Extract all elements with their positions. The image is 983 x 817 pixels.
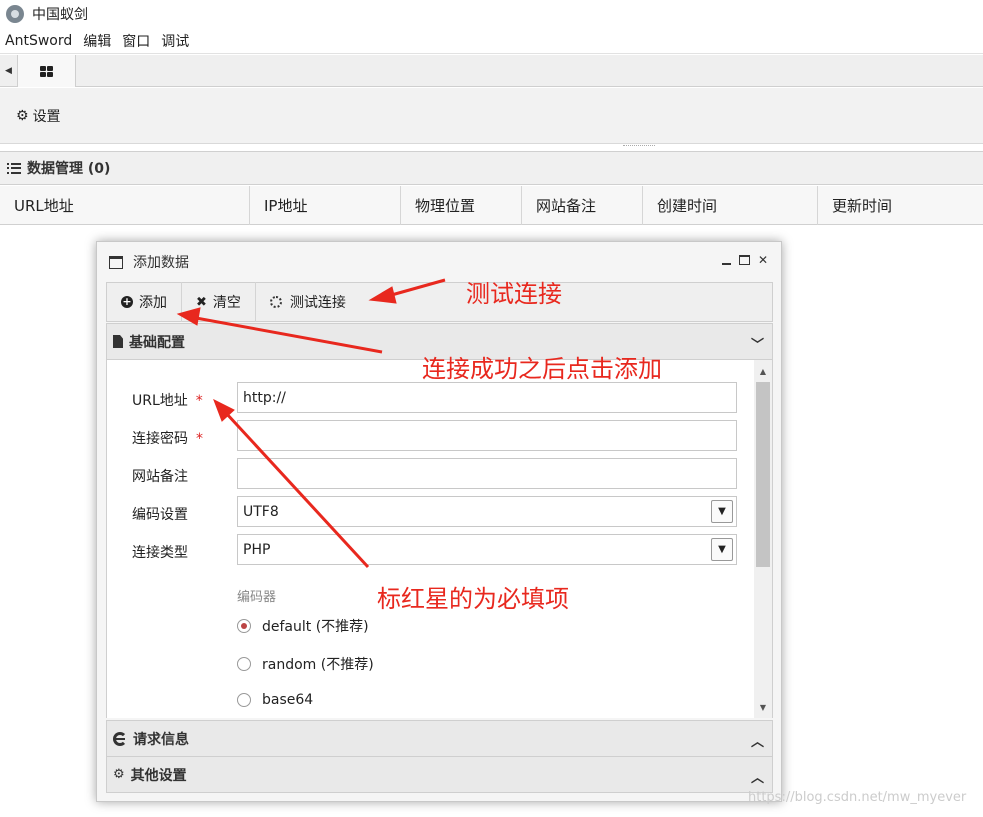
column-remark[interactable]: 网站备注 (522, 186, 643, 225)
gears-icon: ⚙ (113, 767, 125, 782)
radio-icon[interactable] (237, 693, 251, 707)
chevron-up-icon: ︿ (750, 771, 764, 786)
encoder-title: 编码器 (237, 590, 277, 605)
panel-resize-handle[interactable] (623, 145, 655, 147)
add-data-dialog: 添加数据 ✕ + 添加 ✖ 清空 测试连接 基础配置 ﹀ URL地址 * http… (96, 241, 782, 802)
maximize-icon[interactable] (739, 255, 750, 265)
column-location[interactable]: 物理位置 (401, 186, 522, 225)
url-input[interactable]: http:// (237, 382, 737, 413)
settings-button[interactable]: 设置 (33, 106, 61, 126)
window-titlebar: 中国蚁剑 (0, 0, 983, 28)
data-manager-title: 数据管理 (0) (27, 161, 111, 177)
dialog-title: 添加数据 (133, 255, 189, 271)
close-icon[interactable]: ✕ (757, 254, 769, 266)
document-icon (113, 335, 123, 348)
section-request-info[interactable]: 请求信息 ︿ (106, 720, 773, 757)
menu-debug[interactable]: 调试 (156, 31, 195, 51)
url-row: URL地址 * http:// (107, 382, 747, 414)
password-row: 连接密码 * (107, 420, 747, 452)
window-title: 中国蚁剑 (32, 7, 88, 23)
encoder-option-random[interactable]: random (不推荐) (237, 654, 374, 674)
required-mark: * (196, 431, 203, 447)
menu-antsword[interactable]: AntSword (0, 33, 78, 49)
url-label: URL地址 * (132, 393, 203, 409)
test-connection-label: 测试连接 (289, 295, 346, 311)
column-updated[interactable]: 更新时间 (818, 186, 983, 225)
encoding-label: 编码设置 (132, 507, 188, 523)
add-button[interactable]: + 添加 (107, 282, 182, 322)
password-label: 连接密码 * (132, 431, 203, 447)
scrollbar-thumb[interactable] (756, 382, 770, 567)
dialog-controls: ✕ (720, 254, 769, 266)
minimize-icon[interactable] (720, 254, 732, 266)
radio-icon[interactable] (237, 657, 251, 671)
type-label: 连接类型 (132, 545, 188, 561)
watermark: https://blog.csdn.net/mw_myever (748, 790, 967, 805)
encoder-option-label: base64 (262, 692, 314, 708)
tab-scroll-left-icon[interactable]: ◀ (0, 55, 18, 87)
antsword-logo-icon (6, 5, 24, 23)
encoding-value: UTF8 (243, 503, 279, 520)
encoder-option-default[interactable]: default (不推荐) (237, 616, 369, 636)
dialog-toolbar: + 添加 ✖ 清空 测试连接 (106, 282, 773, 322)
clear-button-label: 清空 (212, 295, 241, 311)
remark-input[interactable] (237, 458, 737, 489)
type-row: 连接类型 PHP ▼ (107, 534, 747, 566)
encoder-option-base64[interactable]: base64 (237, 692, 313, 708)
column-url[interactable]: URL地址 (0, 186, 250, 225)
password-input[interactable] (237, 420, 737, 451)
remark-label: 网站备注 (132, 469, 188, 485)
menu-bar: AntSword 编辑 窗口 调试 (0, 28, 983, 54)
plus-circle-icon: + (121, 295, 133, 308)
form-scrollbar[interactable]: ▲ ▼ (754, 360, 772, 718)
scroll-up-icon[interactable]: ▲ (754, 364, 772, 380)
ie-icon (113, 731, 127, 746)
encoding-select[interactable]: UTF8 ▼ (237, 496, 737, 527)
encoder-option-label: random (不推荐) (262, 657, 374, 673)
chevron-up-icon: ︿ (750, 735, 764, 750)
data-manager-header: 数据管理 (0) (0, 151, 983, 185)
radio-checked-icon[interactable] (237, 619, 251, 633)
annotation-required: 标红星的为必填项 (377, 585, 569, 613)
section-other-settings[interactable]: ⚙ 其他设置 ︿ (106, 756, 773, 793)
x-icon: ✖ (196, 294, 207, 310)
annotation-add: 连接成功之后点击添加 (422, 355, 662, 383)
test-connection-button[interactable]: 测试连接 (256, 282, 360, 322)
basic-config-form: URL地址 * http:// 连接密码 * 网站备注 编码设置 UTF8 ▼ 连接… (106, 360, 773, 718)
gear-icon: ⚙ (16, 107, 29, 124)
scroll-down-icon[interactable]: ▼ (754, 700, 772, 716)
data-grid-header: URL地址 IP地址 物理位置 网站备注 创建时间 更新时间 (0, 186, 983, 225)
list-icon (7, 162, 21, 174)
column-ip[interactable]: IP地址 (250, 186, 401, 225)
spinner-icon (269, 296, 282, 308)
type-select[interactable]: PHP ▼ (237, 534, 737, 565)
section-basic-label: 基础配置 (129, 334, 185, 351)
tab-bar: ◀ (0, 55, 983, 87)
section-other-label: 其他设置 (130, 767, 187, 784)
add-button-label: 添加 (139, 295, 167, 311)
settings-bar: ⚙ 设置 (0, 88, 983, 144)
type-value: PHP (243, 541, 271, 558)
clear-button[interactable]: ✖ 清空 (182, 282, 256, 322)
chevron-down-icon: ▼ (711, 500, 733, 523)
window-icon (109, 255, 123, 269)
chevron-down-icon: ▼ (711, 538, 733, 561)
required-mark: * (195, 393, 203, 409)
encoder-option-label: default (不推荐) (262, 619, 369, 635)
grid-icon (40, 65, 53, 77)
menu-edit[interactable]: 编辑 (78, 31, 117, 51)
annotation-test-connection: 测试连接 (466, 280, 562, 308)
column-created[interactable]: 创建时间 (643, 186, 818, 225)
encoding-row: 编码设置 UTF8 ▼ (107, 496, 747, 528)
remark-row: 网站备注 (107, 458, 747, 490)
section-request-label: 请求信息 (133, 731, 189, 748)
dialog-titlebar[interactable]: 添加数据 ✕ (97, 242, 781, 282)
menu-window[interactable]: 窗口 (117, 31, 156, 51)
tab-home[interactable] (18, 55, 76, 87)
chevron-down-icon: ﹀ (750, 338, 764, 353)
